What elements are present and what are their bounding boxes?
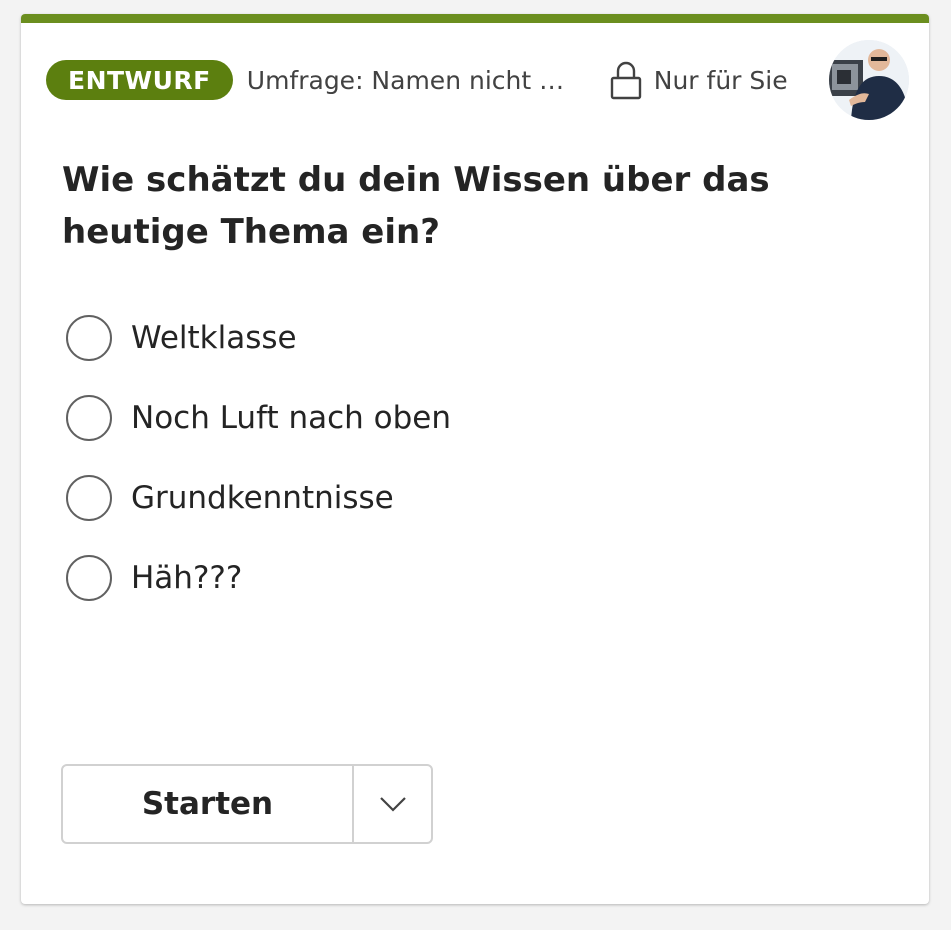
start-button[interactable]: Starten (63, 766, 354, 842)
option-label: Grundkenntnisse (131, 480, 394, 516)
visibility-indicator: Nur für Sie (609, 60, 788, 100)
option-item[interactable]: Grundkenntnisse (66, 470, 866, 526)
radio-button[interactable] (66, 315, 112, 361)
chevron-down-icon (379, 797, 406, 812)
poll-question: Wie schätzt du dein Wissen über das heut… (62, 160, 770, 252)
radio-button[interactable] (66, 475, 112, 521)
start-options-button[interactable] (354, 766, 431, 842)
poll-card: ENTWURF Umfrage: Namen nicht anzeigen Nu… (21, 14, 929, 904)
poll-header: ENTWURF Umfrage: Namen nicht anzeigen Nu… (46, 40, 909, 120)
radio-button[interactable] (66, 395, 112, 441)
option-item[interactable]: Weltklasse (66, 310, 866, 366)
lock-icon (610, 61, 641, 100)
poll-title: Umfrage: Namen nicht anzeigen (246, 65, 579, 95)
avatar-image (829, 40, 909, 120)
avatar[interactable] (829, 40, 909, 120)
option-label: Noch Luft nach oben (131, 400, 452, 436)
accent-bar (21, 14, 929, 23)
option-item[interactable]: Häh??? (66, 550, 866, 606)
visibility-label: Nur für Sie (653, 65, 788, 95)
status-badge: ENTWURF (46, 60, 233, 100)
option-item[interactable]: Noch Luft nach oben (66, 390, 866, 446)
option-list: Weltklasse Noch Luft nach oben Grundkenn… (66, 310, 866, 630)
option-label: Weltklasse (131, 320, 297, 356)
radio-button[interactable] (66, 555, 112, 601)
start-split-button: Starten (61, 764, 433, 844)
option-label: Häh??? (131, 560, 243, 596)
